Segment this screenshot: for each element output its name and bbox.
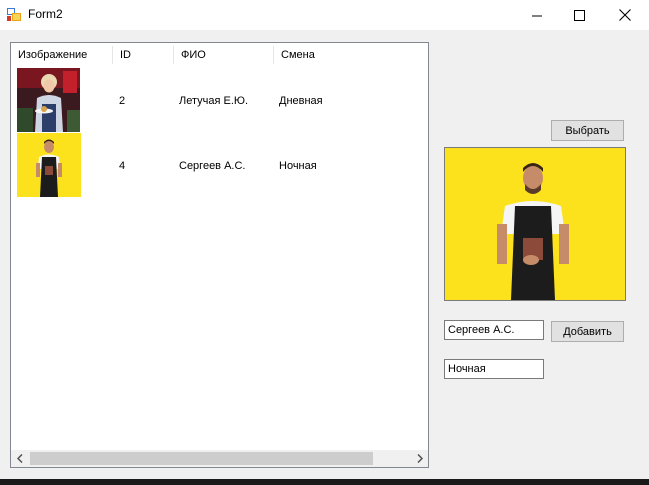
close-button[interactable] xyxy=(602,0,648,30)
waitress-photo xyxy=(17,68,80,132)
shift-input[interactable] xyxy=(444,359,544,379)
app-icon xyxy=(7,8,21,21)
minimize-button[interactable] xyxy=(514,0,560,30)
chevron-right-icon xyxy=(416,454,423,463)
column-header-name[interactable]: ФИО xyxy=(174,43,273,67)
maximize-button[interactable] xyxy=(556,0,602,30)
close-icon xyxy=(619,9,631,21)
minimize-icon xyxy=(531,15,542,16)
name-input[interactable] xyxy=(444,320,544,340)
waiter-photo xyxy=(445,148,625,300)
employees-grid[interactable]: Изображение ID ФИО Смена 2 Летучая Е.Ю. … xyxy=(10,42,429,468)
column-header-id[interactable]: ID xyxy=(113,43,173,67)
cell-id: 4 xyxy=(119,160,126,172)
maximize-icon xyxy=(573,9,585,21)
window-title: Form2 xyxy=(28,7,63,21)
title-bar: Form2 xyxy=(0,0,649,30)
scroll-left-button[interactable] xyxy=(11,450,28,467)
scrollbar-thumb[interactable] xyxy=(30,452,373,465)
scroll-right-button[interactable] xyxy=(411,450,428,467)
window-bottom-edge xyxy=(0,479,649,485)
cell-name: Летучая Е.Ю. xyxy=(179,95,249,107)
cell-id: 2 xyxy=(119,95,126,107)
cell-shift: Дневная xyxy=(279,95,323,107)
column-header-image[interactable]: Изображение xyxy=(11,43,111,67)
select-image-button[interactable]: Выбрать xyxy=(551,120,624,141)
waiter-photo xyxy=(17,133,81,197)
employee-photo-box xyxy=(444,147,626,301)
grid-header: Изображение ID ФИО Смена xyxy=(11,43,428,67)
cell-name: Сергеев А.С. xyxy=(179,160,246,172)
add-button[interactable]: Добавить xyxy=(551,321,624,342)
horizontal-scrollbar[interactable] xyxy=(11,450,428,467)
column-header-shift[interactable]: Смена xyxy=(274,43,374,67)
cell-shift: Ночная xyxy=(279,160,317,172)
chevron-left-icon xyxy=(16,454,23,463)
